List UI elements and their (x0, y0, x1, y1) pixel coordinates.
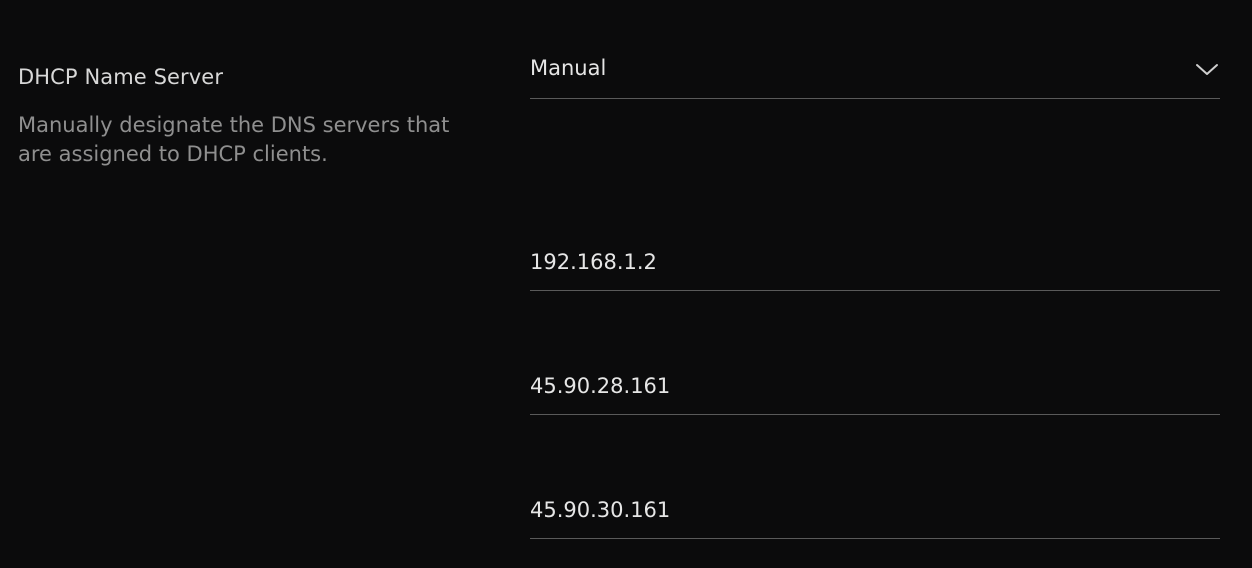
setting-description: Manually designate the DNS servers that … (18, 113, 450, 166)
dns-server-3-value: 45.90.30.161 (530, 498, 671, 522)
setting-title: DHCP Name Server (18, 65, 224, 89)
dhcp-name-server-panel: DHCP Name Server Manually designate the … (0, 0, 1252, 568)
dns-server-2-value: 45.90.28.161 (530, 374, 671, 398)
dns-server-1-value: 192.168.1.2 (530, 250, 657, 274)
dns-server-1-input[interactable]: 192.168.1.2 (530, 244, 1220, 291)
dns-mode-selected-value: Manual (530, 56, 607, 80)
dns-server-2-input[interactable]: 45.90.28.161 (530, 368, 1220, 415)
dns-mode-select[interactable]: Manual (530, 40, 1220, 99)
dns-server-3-input[interactable]: 45.90.30.161 (530, 492, 1220, 539)
chevron-down-icon (1196, 64, 1218, 75)
